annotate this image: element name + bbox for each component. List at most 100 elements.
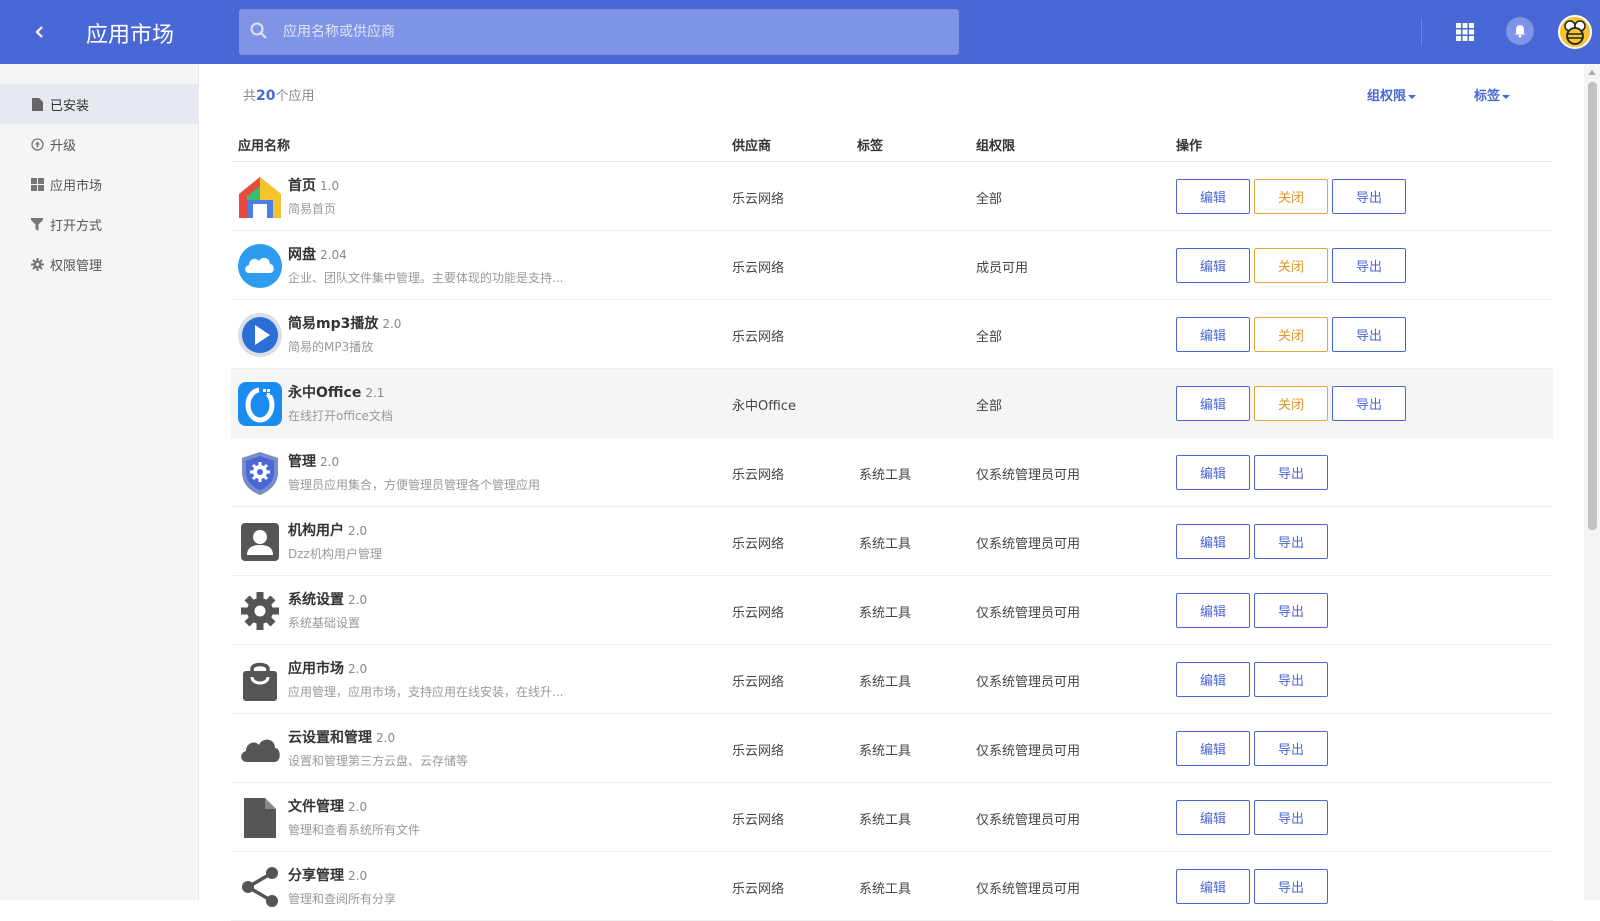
edit-button[interactable]: 编辑 (1176, 662, 1250, 697)
table-row: 云设置和管理 2.0 设置和管理第三方云盘、云存储等 乐云网络 系统工具 仅系统管… (231, 714, 1553, 783)
app-perm: 仅系统管理员可用 (976, 882, 1081, 897)
share-icon (242, 867, 278, 907)
tag-filter-dropdown[interactable]: 标签 (1474, 85, 1511, 104)
app-tag: 系统工具 (859, 468, 912, 483)
app-vendor: 乐云网络 (732, 675, 785, 690)
close-button[interactable]: 关闭 (1254, 179, 1328, 214)
app-perm: 成员可用 (976, 261, 1029, 276)
export-button[interactable]: 导出 (1254, 593, 1328, 628)
app-name: 网盘 2.04 (288, 247, 347, 263)
app-tag: 系统工具 (859, 813, 912, 828)
app-perm: 仅系统管理员可用 (976, 675, 1081, 690)
sidebar-item-market[interactable]: 应用市场 (0, 164, 199, 204)
export-button[interactable]: 导出 (1254, 731, 1328, 766)
edit-button[interactable]: 编辑 (1176, 731, 1250, 766)
edit-button[interactable]: 编辑 (1176, 317, 1250, 352)
export-button[interactable]: 导出 (1254, 524, 1328, 559)
app-name: 云设置和管理 2.0 (288, 730, 396, 746)
gear-icon (241, 592, 279, 630)
grid-icon (30, 177, 44, 191)
document-icon (244, 798, 276, 838)
edit-button[interactable]: 编辑 (1176, 593, 1250, 628)
table-row: 系统设置 2.0 系统基础设置 乐云网络 系统工具 仅系统管理员可用 编辑 导出 (231, 576, 1553, 645)
app-desc: 系统基础设置 (288, 616, 361, 630)
app-perm: 仅系统管理员可用 (976, 537, 1081, 552)
app-desc: 管理和查看系统所有文件 (288, 823, 421, 837)
app-desc: 简易的MP3播放 (288, 340, 374, 354)
app-perm: 仅系统管理员可用 (976, 468, 1081, 483)
scroll-up-arrow-icon[interactable] (1588, 70, 1596, 75)
app-vendor: 永中Office (732, 399, 796, 414)
sidebar-item-label: 权限管理 (50, 258, 103, 274)
sidebar-item-installed[interactable]: 已安装 (0, 84, 199, 124)
edit-button[interactable]: 编辑 (1176, 179, 1250, 214)
app-perm: 全部 (976, 192, 1003, 207)
export-button[interactable]: 导出 (1332, 386, 1406, 421)
shield-gear-icon (242, 452, 278, 495)
app-desc: 简易首页 (288, 202, 337, 216)
export-button[interactable]: 导出 (1254, 800, 1328, 835)
sidebar-item-label: 已安装 (50, 98, 90, 114)
search-icon (250, 22, 267, 39)
app-perm: 仅系统管理员可用 (976, 813, 1081, 828)
search-box[interactable] (239, 9, 959, 55)
export-button[interactable]: 导出 (1332, 179, 1406, 214)
export-button[interactable]: 导出 (1254, 662, 1328, 697)
app-tag: 系统工具 (859, 537, 912, 552)
app-name: 分享管理 2.0 (288, 868, 368, 884)
app-vendor: 乐云网络 (732, 813, 785, 828)
sidebar-item-label: 打开方式 (50, 218, 103, 234)
edit-button[interactable]: 编辑 (1176, 524, 1250, 559)
app-tag: 系统工具 (859, 744, 912, 759)
upgrade-icon (30, 137, 44, 151)
scrollbar[interactable] (1584, 64, 1600, 900)
gear-icon (30, 257, 44, 271)
edit-button[interactable]: 编辑 (1176, 869, 1250, 904)
sidebar-item-open-with[interactable]: 打开方式 (0, 204, 199, 244)
app-desc: 管理员应用集合，方便管理员管理各个管理应用 (288, 478, 541, 492)
app-name: 管理 2.0 (288, 454, 340, 470)
scrollbar-thumb[interactable] (1588, 82, 1597, 530)
app-vendor: 乐云网络 (732, 192, 785, 207)
sidebar-item-permissions[interactable]: 权限管理 (0, 244, 199, 284)
export-button[interactable]: 导出 (1254, 455, 1328, 490)
table-row: 网盘 2.04 企业、团队文件集中管理。主要体现的功能是支持... 乐云网络 成员… (231, 231, 1553, 300)
edit-button[interactable]: 编辑 (1176, 386, 1250, 421)
sidebar-item-label: 升级 (50, 138, 77, 154)
perm-filter-dropdown[interactable]: 组权限 (1367, 85, 1417, 104)
app-desc: Dzz机构用户管理 (288, 547, 382, 561)
app-desc: 管理和查阅所有分享 (288, 892, 397, 906)
top-header: 应用市场 (0, 0, 1600, 64)
table-row: 应用市场 2.0 应用管理，应用市场，支持应用在线安装，在线升... 乐云网络 系… (231, 645, 1553, 714)
close-button[interactable]: 关闭 (1254, 386, 1328, 421)
back-arrow-icon[interactable] (26, 18, 54, 46)
edit-button[interactable]: 编辑 (1176, 800, 1250, 835)
app-desc: 应用管理，应用市场，支持应用在线安装，在线升... (288, 685, 564, 699)
edit-button[interactable]: 编辑 (1176, 248, 1250, 283)
table-row: 文件管理 2.0 管理和查看系统所有文件 乐云网络 系统工具 仅系统管理员可用 编… (231, 783, 1553, 852)
table-row: 简易mp3播放 2.0 简易的MP3播放 乐云网络 全部 编辑 关闭 导出 (231, 300, 1553, 369)
export-button[interactable]: 导出 (1254, 869, 1328, 904)
sidebar-item-upgrade[interactable]: 升级 (0, 124, 199, 164)
play-icon (238, 313, 282, 357)
close-button[interactable]: 关闭 (1254, 248, 1328, 283)
app-vendor: 乐云网络 (732, 606, 785, 621)
table-row: 分享管理 2.0 管理和查阅所有分享 乐云网络 系统工具 仅系统管理员可用 编辑 … (231, 852, 1553, 921)
app-name: 系统设置 2.0 (288, 592, 368, 608)
close-button[interactable]: 关闭 (1254, 317, 1328, 352)
col-header-name: 应用名称 (238, 139, 291, 154)
search-input[interactable] (283, 9, 943, 55)
export-button[interactable]: 导出 (1332, 317, 1406, 352)
avatar[interactable] (1558, 15, 1592, 49)
app-vendor: 乐云网络 (732, 882, 785, 897)
apps-grid-icon[interactable] (1455, 22, 1475, 42)
export-button[interactable]: 导出 (1332, 248, 1406, 283)
col-header-ops: 操作 (1176, 139, 1203, 154)
user-icon (241, 523, 279, 561)
app-vendor: 乐云网络 (732, 330, 785, 345)
sidebar-item-label: 应用市场 (50, 178, 103, 194)
page-title: 应用市场 (86, 23, 175, 48)
bell-icon[interactable] (1506, 17, 1534, 45)
app-tag: 系统工具 (859, 606, 912, 621)
edit-button[interactable]: 编辑 (1176, 455, 1250, 490)
